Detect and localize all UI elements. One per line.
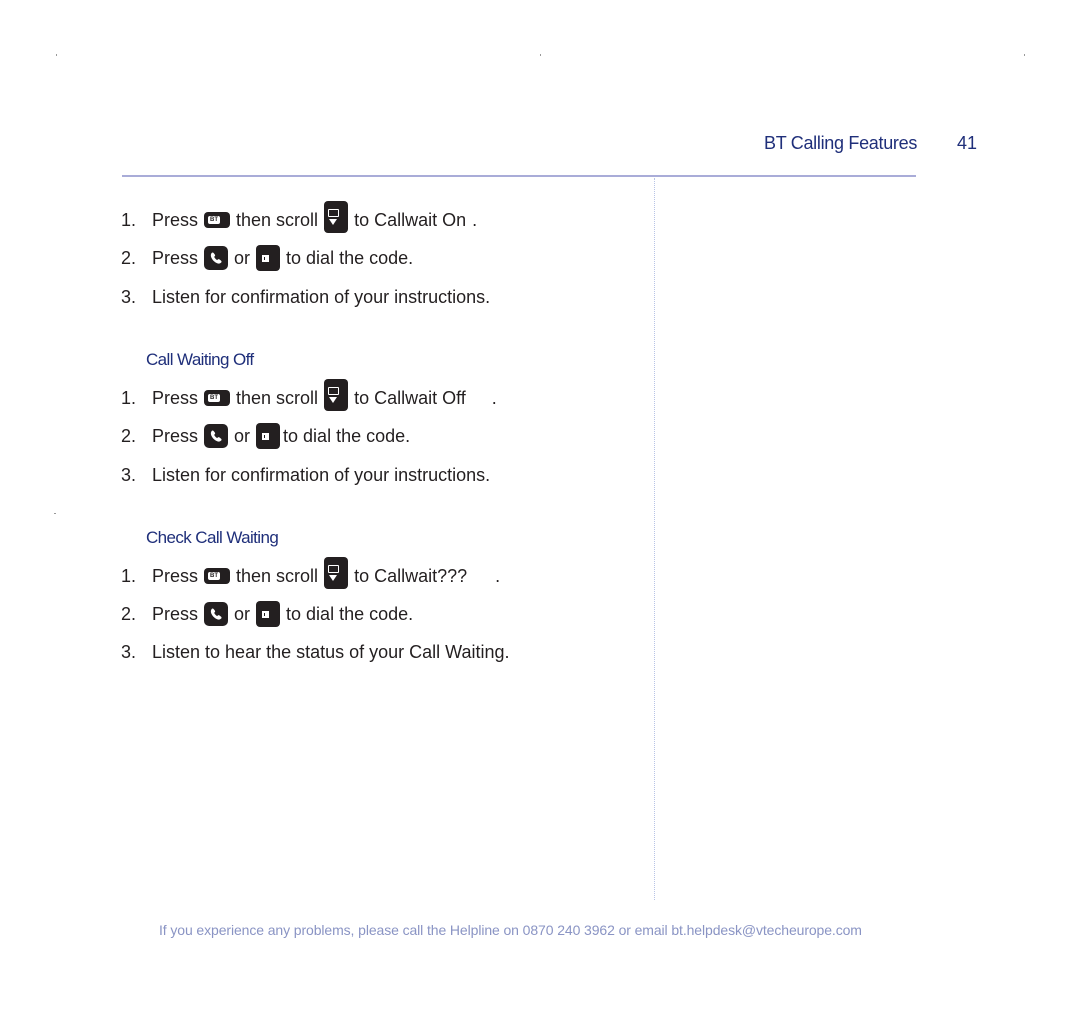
crop-mark-center (540, 54, 541, 56)
header-rule (122, 175, 916, 177)
step-text: or (234, 248, 251, 268)
step-end: . (491, 388, 497, 408)
scroll-key-icon (324, 379, 349, 411)
step-text: Listen to hear the status of your Call W… (152, 642, 510, 662)
step-text: Listen for confirmation of your instruct… (152, 287, 491, 307)
step-2: 2. Press or to dial the code. (121, 244, 419, 272)
step-2: 2. Press or to dial the code. (121, 600, 419, 628)
menu-option-text: to Callwait On (354, 210, 467, 230)
section-heading-check-call-waiting: Check Call Waiting (146, 528, 279, 547)
page-number: 41 (957, 133, 978, 153)
helpline-footer: If you experience any problems, please c… (159, 922, 862, 938)
crop-mark-right (1024, 54, 1025, 56)
step-number: 1. (121, 388, 137, 408)
crop-mark-left (56, 54, 57, 56)
scroll-key-icon (324, 557, 349, 589)
step-text: Press (152, 248, 199, 268)
redial-key-icon (256, 423, 281, 449)
step-3: 3. Listen for confirmation of your instr… (121, 283, 496, 311)
step-text: Press (152, 566, 199, 586)
redial-key-icon (256, 601, 281, 627)
call-key-icon (204, 424, 229, 448)
step-text: Press (152, 210, 199, 230)
step-text: or (234, 604, 251, 624)
step-number: 1. (121, 210, 137, 230)
step-2: 2. Press or to dial the code. (121, 422, 416, 450)
step-number: 1. (121, 566, 137, 586)
step-1: 1. Press BT then scroll to Callwait Off … (121, 379, 503, 412)
step-number: 2. (121, 248, 137, 268)
step-text: then scroll (236, 210, 319, 230)
bt-menu-key-icon: BT (204, 212, 231, 228)
step-text: Press (152, 604, 199, 624)
step-3: 3. Listen to hear the status of your Cal… (121, 638, 516, 666)
step-text: then scroll (236, 566, 319, 586)
page-header-title: BT Calling Features (764, 133, 918, 153)
step-end: . (495, 566, 501, 586)
column-divider (654, 178, 655, 900)
step-number: 3. (121, 287, 137, 307)
step-number: 2. (121, 426, 137, 446)
menu-option-text: to Callwait Off (354, 388, 466, 408)
step-number: 3. (121, 642, 137, 662)
step-number: 3. (121, 465, 137, 485)
step-number: 2. (121, 604, 137, 624)
step-text: Press (152, 426, 199, 446)
step-text: to dial the code. (283, 426, 411, 446)
crop-mark-side (54, 513, 56, 514)
step-text: Press (152, 388, 199, 408)
step-text: or (234, 426, 251, 446)
call-key-icon (204, 246, 229, 270)
step-text: Listen for confirmation of your instruct… (152, 465, 491, 485)
step-text: then scroll (236, 388, 319, 408)
step-1: 1. Press BT then scroll to Callwait??? . (121, 557, 506, 590)
redial-key-icon (256, 245, 281, 271)
step-text: to dial the code. (286, 248, 414, 268)
bt-menu-key-icon: BT (204, 568, 231, 584)
step-text: to dial the code. (286, 604, 414, 624)
scroll-key-icon (324, 201, 349, 233)
step-3: 3. Listen for confirmation of your instr… (121, 461, 496, 489)
bt-menu-key-icon: BT (204, 390, 231, 406)
step-end: . (472, 210, 478, 230)
section-heading-call-waiting-off: Call Waiting Off (146, 350, 254, 369)
step-1: 1. Press BT then scroll to Callwait On . (121, 201, 483, 234)
call-key-icon (204, 602, 229, 626)
menu-option-text: to Callwait??? (354, 566, 468, 586)
